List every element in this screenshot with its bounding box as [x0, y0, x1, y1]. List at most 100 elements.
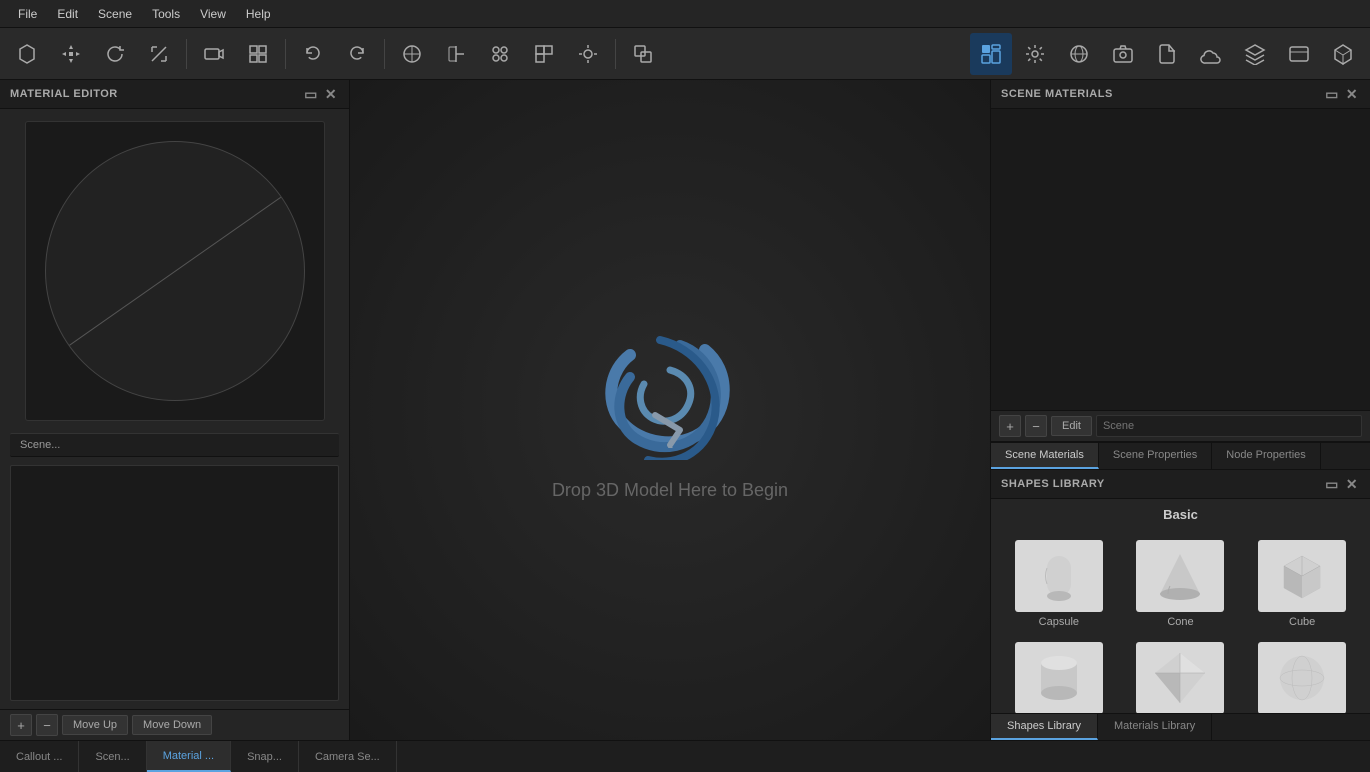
camera-tool[interactable] [193, 33, 235, 75]
material-editor-title: MATERIAL EDITOR [10, 88, 118, 100]
shape-cube[interactable]: Cube [1244, 536, 1360, 632]
preview-circle [45, 141, 305, 401]
materials-library-footer-tab[interactable]: Materials Library [1098, 714, 1212, 740]
toolbar [0, 28, 1370, 80]
tab-snap[interactable]: Snap... [231, 741, 299, 772]
redo-btn[interactable] [336, 33, 378, 75]
layout-tool[interactable] [970, 33, 1012, 75]
cube-tool[interactable] [1322, 33, 1364, 75]
undo-btn[interactable] [292, 33, 334, 75]
panel-tool[interactable] [1278, 33, 1320, 75]
tab-callout[interactable]: Callout ... [0, 741, 79, 772]
material-name-text: Scene... [20, 439, 60, 451]
shapes-library-panel: SHAPES LIBRARY ▭ ✕ Basic [991, 470, 1370, 740]
shape-sphere-thumb [1258, 642, 1346, 713]
toolbar-sep1 [186, 39, 187, 69]
material-preview [25, 121, 325, 421]
scale-tool[interactable] [138, 33, 180, 75]
scene-materials-tabs: Scene Materials Scene Properties Node Pr… [991, 442, 1370, 469]
shape-cylinder[interactable]: Cylinder [1001, 638, 1117, 713]
scene-materials-add-btn[interactable]: + [999, 415, 1021, 437]
material-move-down-btn[interactable]: Move Down [132, 715, 212, 735]
scene-materials-minimize[interactable]: ▭ [1324, 86, 1340, 102]
toolbar-sep2 [285, 39, 286, 69]
material-add-btn[interactable]: + [10, 714, 32, 736]
import-tool[interactable] [1146, 33, 1188, 75]
scene-materials-header: SCENE MATERIALS ▭ ✕ [991, 80, 1370, 109]
shape-cylinder-thumb [1015, 642, 1103, 713]
tab-scene-properties[interactable]: Scene Properties [1099, 443, 1212, 469]
drop-text: Drop 3D Model Here to Begin [552, 480, 788, 501]
preview-slash [47, 182, 301, 360]
menu-edit[interactable]: Edit [47, 3, 88, 25]
material-list-toolbar: + − Move Up Move Down [0, 709, 349, 740]
scene-materials-toolbar: + − Edit [991, 410, 1370, 442]
material-editor-panel: MATERIAL EDITOR ▭ ✕ Scene... + − Move Up… [0, 80, 350, 740]
snap-tool[interactable] [237, 33, 279, 75]
scene-materials-list [991, 109, 1370, 410]
shapes-grid: Capsule Cone [991, 530, 1370, 713]
menu-bar: File Edit Scene Tools View Help [0, 0, 1370, 28]
scene-materials-controls: ▭ ✕ [1324, 86, 1360, 102]
toolbar-sep4 [615, 39, 616, 69]
bottom-tabs: Callout ... Scen... Material ... Snap...… [0, 740, 1370, 772]
material-list [10, 465, 339, 701]
environment-tool[interactable] [1058, 33, 1100, 75]
shape-cone-thumb [1136, 540, 1224, 612]
scene-materials-search[interactable] [1096, 415, 1362, 437]
scene-materials-remove-btn[interactable]: − [1025, 415, 1047, 437]
tab-scene-materials[interactable]: Scene Materials [991, 443, 1099, 469]
shape-cone-label: Cone [1167, 616, 1193, 628]
group-tool[interactable] [479, 33, 521, 75]
shapes-library-close[interactable]: ✕ [1344, 476, 1360, 492]
material-move-up-btn[interactable]: Move Up [62, 715, 128, 735]
shape-capsule-label: Capsule [1039, 616, 1079, 628]
shape-cube-label: Cube [1289, 616, 1315, 628]
right-panel: SCENE MATERIALS ▭ ✕ + − Edit Scene Mater… [990, 80, 1370, 740]
shapes-library-title: SHAPES LIBRARY [1001, 478, 1105, 490]
menu-tools[interactable]: Tools [142, 3, 190, 25]
material-name-bar: Scene... [10, 433, 339, 457]
menu-view[interactable]: View [190, 3, 236, 25]
tab-node-properties[interactable]: Node Properties [1212, 443, 1321, 469]
menu-scene[interactable]: Scene [88, 3, 142, 25]
tab-material[interactable]: Material ... [147, 741, 231, 772]
scene-materials-title: SCENE MATERIALS [1001, 88, 1113, 100]
material-editor-minimize[interactable]: ▭ [303, 86, 319, 102]
rotate-tool[interactable] [94, 33, 136, 75]
scene-materials-edit-btn[interactable]: Edit [1051, 416, 1092, 436]
shape-capsule[interactable]: Capsule [1001, 536, 1117, 632]
shapes-library-controls: ▭ ✕ [1324, 476, 1360, 492]
material-editor-controls: ▭ ✕ [303, 86, 339, 102]
toolbar-sep3 [384, 39, 385, 69]
material-editor-header: MATERIAL EDITOR ▭ ✕ [0, 80, 349, 109]
shape-cone[interactable]: Cone [1123, 536, 1239, 632]
shape-diamond-thumb [1136, 642, 1224, 713]
materials-tool[interactable] [523, 33, 565, 75]
camera2-tool[interactable] [1102, 33, 1144, 75]
transform-tool[interactable] [391, 33, 433, 75]
move-tool[interactable] [50, 33, 92, 75]
settings-tool[interactable] [1014, 33, 1056, 75]
menu-help[interactable]: Help [236, 3, 281, 25]
layers-tool[interactable] [1234, 33, 1276, 75]
lights-tool[interactable] [567, 33, 609, 75]
pivot-tool[interactable] [435, 33, 477, 75]
shape-diamond[interactable]: Diamond [1123, 638, 1239, 713]
menu-file[interactable]: File [8, 3, 47, 25]
tab-camera[interactable]: Camera Se... [299, 741, 397, 772]
shape-sphere[interactable]: Sphere [1244, 638, 1360, 713]
shapes-library-footer-tab[interactable]: Shapes Library [991, 714, 1098, 740]
object-tool[interactable] [6, 33, 48, 75]
cloud-tool[interactable] [1190, 33, 1232, 75]
material-remove-btn[interactable]: − [36, 714, 58, 736]
viewport: Drop 3D Model Here to Begin [350, 80, 990, 740]
tab-scene[interactable]: Scen... [79, 741, 146, 772]
render-tool[interactable] [622, 33, 664, 75]
shapes-library-minimize[interactable]: ▭ [1324, 476, 1340, 492]
main-layout: MATERIAL EDITOR ▭ ✕ Scene... + − Move Up… [0, 80, 1370, 740]
shape-cube-thumb [1258, 540, 1346, 612]
material-editor-close[interactable]: ✕ [323, 86, 339, 102]
scene-materials-close[interactable]: ✕ [1344, 86, 1360, 102]
scene-materials-panel: SCENE MATERIALS ▭ ✕ + − Edit Scene Mater… [991, 80, 1370, 470]
